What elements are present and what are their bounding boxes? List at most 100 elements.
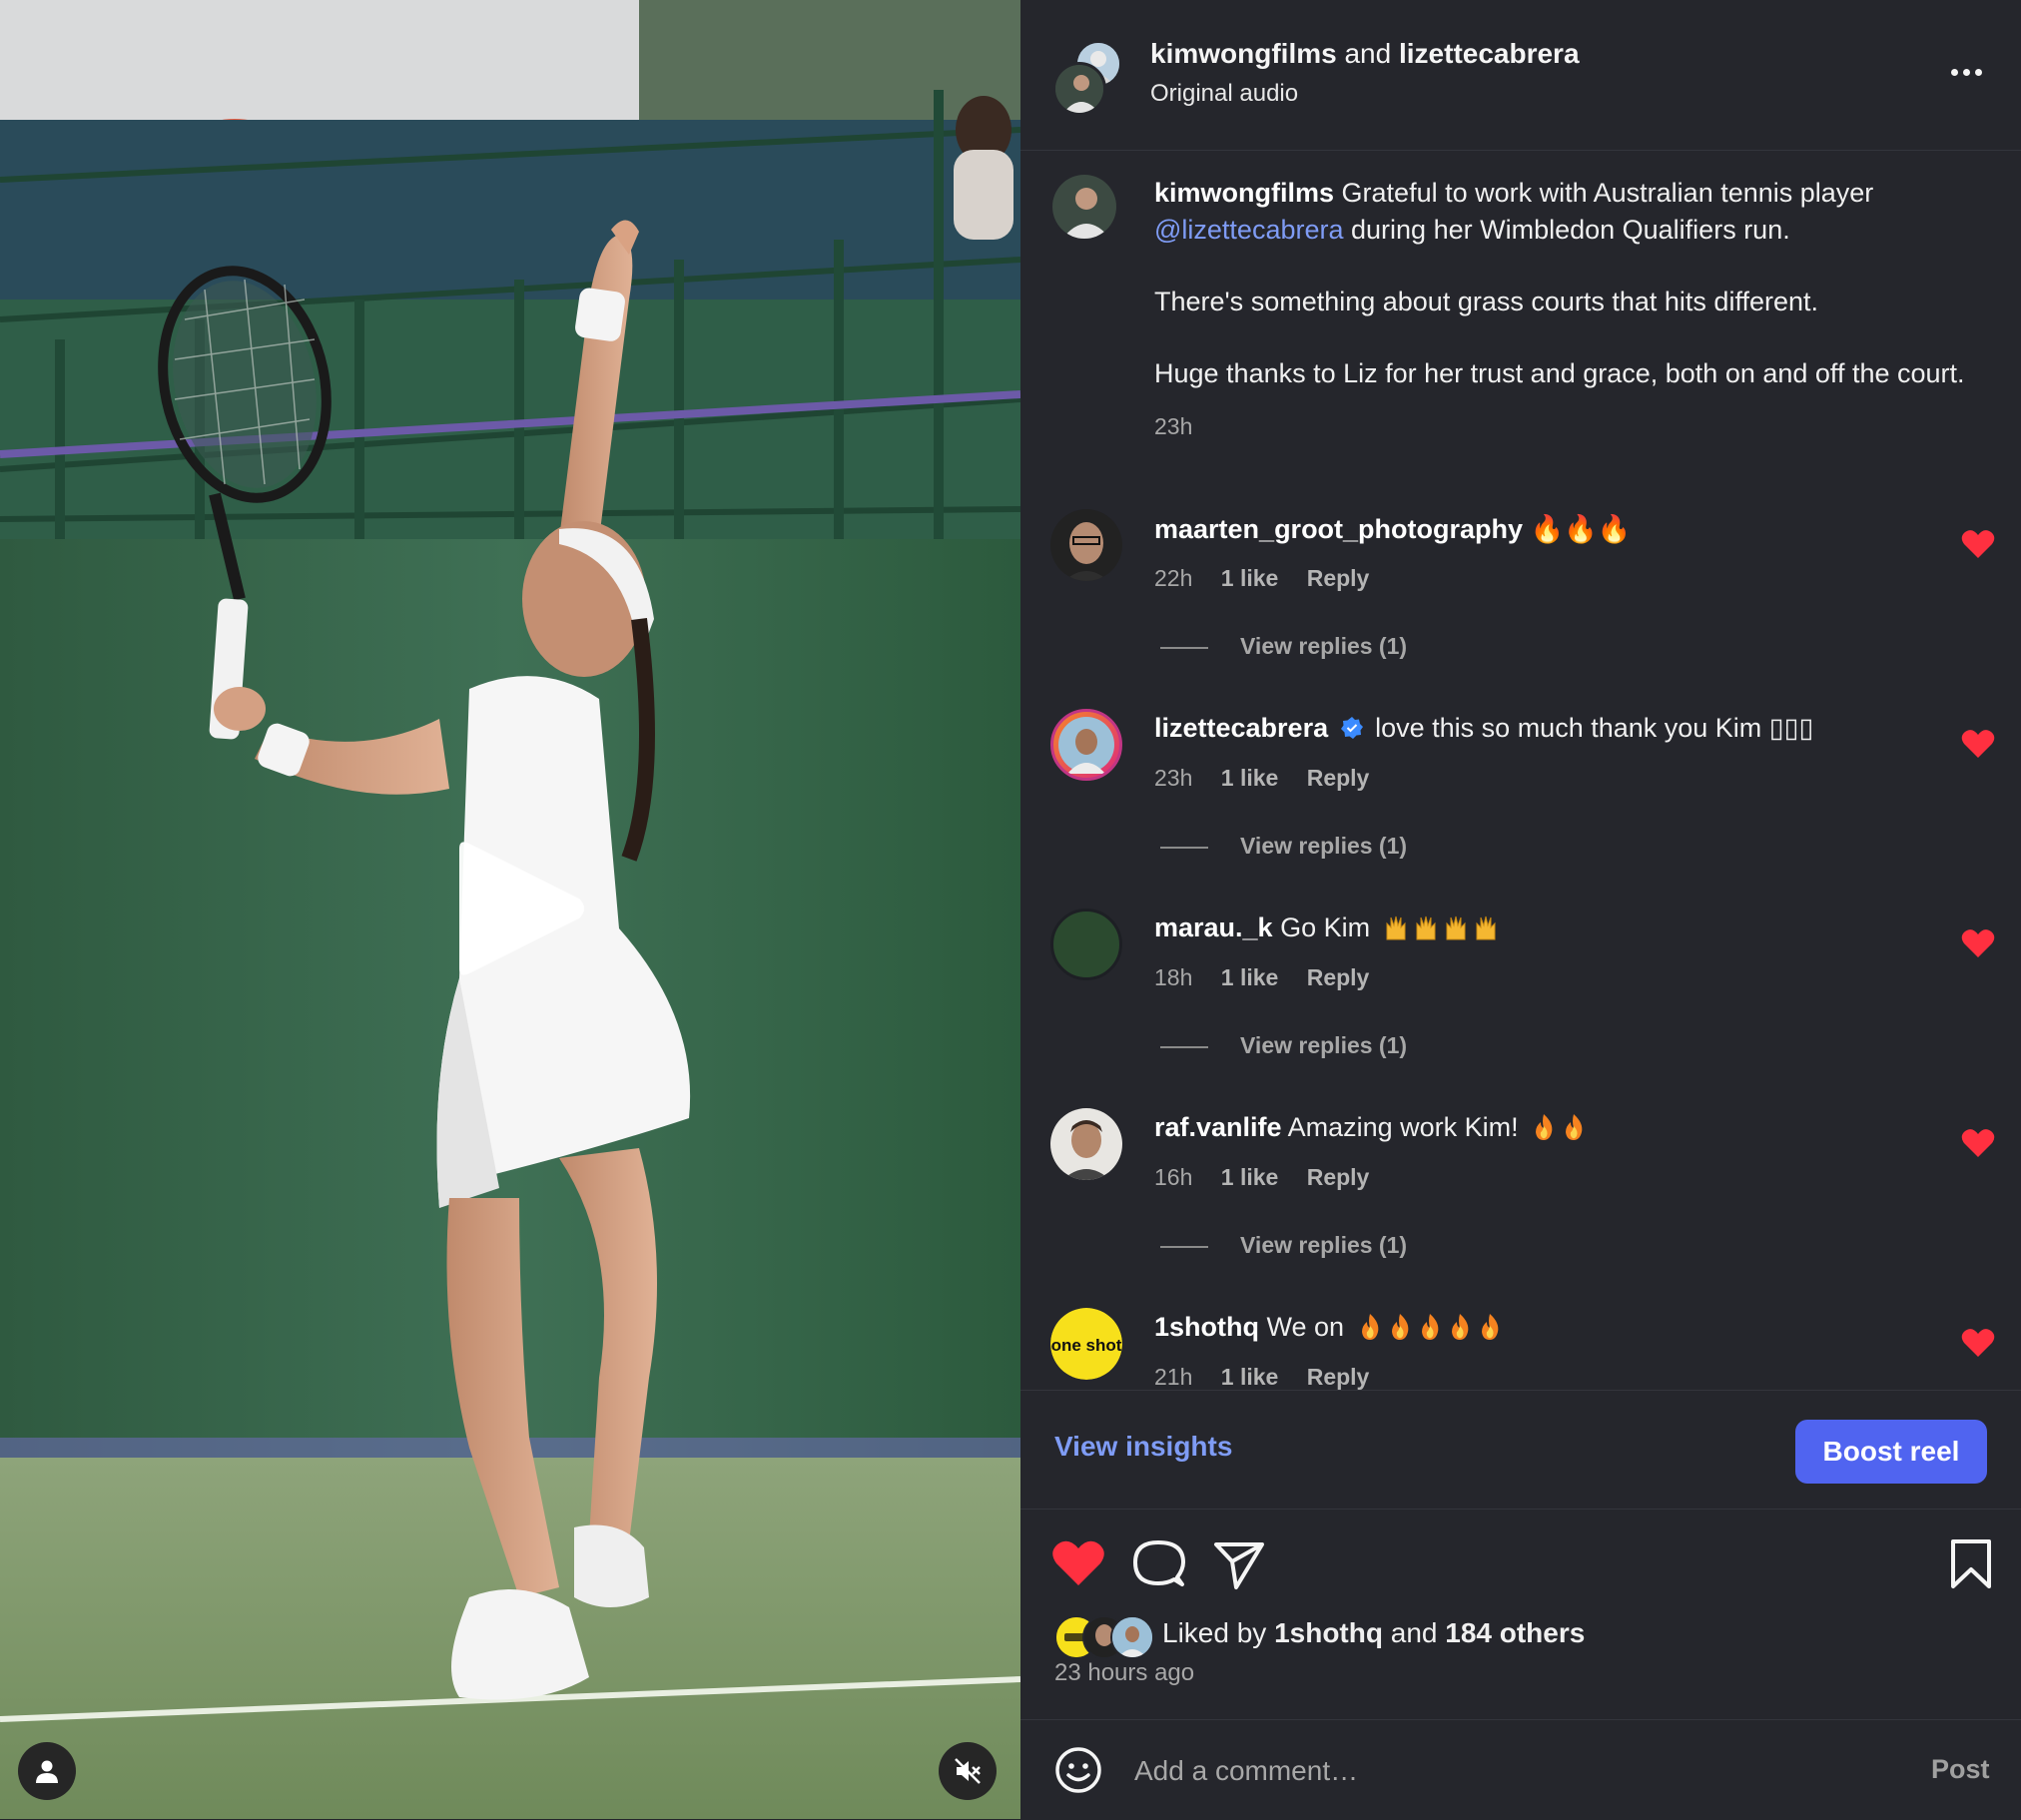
play-icon[interactable] xyxy=(449,839,589,978)
comment-username[interactable]: raf.vanlife xyxy=(1154,1112,1282,1142)
raised-hands-emoji xyxy=(1378,912,1498,942)
avatar xyxy=(1110,1615,1154,1659)
view-replies-button[interactable]: View replies (1) xyxy=(1160,633,1407,660)
view-replies-label: View replies (1) xyxy=(1240,1232,1408,1258)
collaborator-username[interactable]: lizettecabrera xyxy=(1399,38,1580,69)
comment-username[interactable]: maarten_groot_photography xyxy=(1154,514,1523,544)
comment-item: marau._k Go Kim 18h 1 like Reply View re… xyxy=(1020,909,2021,1108)
view-replies-button[interactable]: View replies (1) xyxy=(1160,1232,1407,1259)
comment-meta: 22h 1 like Reply xyxy=(1154,565,1391,592)
view-replies-label: View replies (1) xyxy=(1240,1032,1408,1058)
view-replies-button[interactable]: View replies (1) xyxy=(1160,1032,1407,1059)
reply-button[interactable]: Reply xyxy=(1307,964,1370,990)
bookmark-icon[interactable] xyxy=(1943,1535,1999,1591)
caption-text: kimwongfilms Grateful to work with Austr… xyxy=(1154,175,1973,445)
comment-input[interactable] xyxy=(1132,1746,1875,1796)
comment-username[interactable]: marau._k xyxy=(1154,912,1273,942)
comment-time: 22h xyxy=(1154,565,1193,591)
audio-link[interactable]: Original audio xyxy=(1150,80,1298,108)
comment-time: 18h xyxy=(1154,964,1193,990)
fire-emoji xyxy=(1526,1112,1586,1142)
comment-meta: 16h 1 like Reply xyxy=(1154,1164,1391,1191)
avatar[interactable]: one shot xyxy=(1050,1308,1122,1380)
post-details-panel: kimwongfilms and lizettecabrera Original… xyxy=(1020,0,2021,1819)
liked-by-prefix: Liked by xyxy=(1162,1617,1267,1648)
comment-text: 1shothq We on xyxy=(1154,1312,1502,1343)
comment-text: maarten_groot_photography 🔥🔥🔥 xyxy=(1154,513,1631,545)
heart-icon[interactable] xyxy=(1961,529,1995,559)
avatar[interactable] xyxy=(1050,1108,1122,1180)
more-options-button[interactable] xyxy=(1941,52,1991,92)
reply-button[interactable]: Reply xyxy=(1307,1164,1370,1190)
caption-username[interactable]: kimwongfilms xyxy=(1154,178,1334,208)
heart-icon[interactable] xyxy=(1961,1328,1995,1358)
reel-viewer: kimwongfilms and lizettecabrera Original… xyxy=(0,0,2021,1819)
view-insights-link[interactable]: View insights xyxy=(1054,1431,1232,1463)
heart-icon[interactable] xyxy=(1961,1128,1995,1158)
comment-meta: 23h 1 like Reply xyxy=(1154,765,1391,792)
comment-text: raf.vanlife Amazing work Kim! xyxy=(1154,1112,1586,1143)
caption-line1: Grateful to work with Australian tennis … xyxy=(1341,178,1874,208)
reply-button[interactable]: Reply xyxy=(1307,765,1370,791)
comments-scroll-area[interactable]: kimwongfilms Grateful to work with Austr… xyxy=(1020,150,2021,1390)
comment-composer: Post xyxy=(1020,1719,2021,1820)
reply-button[interactable]: Reply xyxy=(1307,565,1370,591)
more-horizontal-icon xyxy=(1950,68,1958,76)
liked-by-summary[interactable]: Liked by 1shothq and 184 others xyxy=(1054,1613,1953,1659)
boost-reel-button[interactable]: Boost reel xyxy=(1795,1420,1987,1484)
post-header: kimwongfilms and lizettecabrera Original… xyxy=(1020,0,2021,151)
verified-badge-icon xyxy=(1340,717,1363,739)
send-icon[interactable] xyxy=(1210,1535,1266,1591)
comment-likes[interactable]: 1 like xyxy=(1221,964,1279,990)
mute-toggle-button[interactable] xyxy=(939,1742,997,1800)
avatar[interactable] xyxy=(1050,709,1122,781)
heart-icon[interactable] xyxy=(1961,729,1995,759)
replies-line xyxy=(1160,1045,1208,1048)
insights-bar: View insights Boost reel xyxy=(1020,1390,2021,1510)
comment-time: 16h xyxy=(1154,1164,1193,1190)
heart-icon[interactable] xyxy=(1961,928,1995,958)
collab-avatars[interactable] xyxy=(1052,40,1122,116)
reply-button[interactable]: Reply xyxy=(1307,1364,1370,1390)
comment-body: Go Kim xyxy=(1280,912,1371,942)
view-replies-label: View replies (1) xyxy=(1240,833,1408,859)
comment-likes[interactable]: 1 like xyxy=(1221,765,1279,791)
liked-by-others[interactable]: 184 others xyxy=(1445,1617,1585,1648)
comment-item: raf.vanlife Amazing work Kim! 16h 1 like… xyxy=(1020,1108,2021,1308)
fire-emoji xyxy=(1352,1312,1502,1342)
comment-text: lizettecabrera love this so much thank y… xyxy=(1154,713,1813,744)
heart-filled-icon[interactable] xyxy=(1050,1535,1106,1591)
comment-icon[interactable] xyxy=(1130,1535,1186,1591)
comment-username[interactable]: 1shothq xyxy=(1154,1312,1259,1342)
avatar[interactable] xyxy=(1050,909,1122,980)
view-replies-button[interactable]: View replies (1) xyxy=(1160,833,1407,860)
action-bar xyxy=(1020,1508,2021,1607)
user-tag-icon xyxy=(36,1760,58,1783)
caption-mention-link[interactable]: @lizettecabrera xyxy=(1154,215,1344,245)
comment-likes[interactable]: 1 like xyxy=(1221,565,1279,591)
view-replies-label: View replies (1) xyxy=(1240,633,1408,659)
avatar xyxy=(1052,62,1106,116)
caption-line2: during her Wimbledon Qualifiers run. xyxy=(1351,215,1790,245)
comment-likes[interactable]: 1 like xyxy=(1221,1364,1279,1390)
liked-by-text: Liked by 1shothq and 184 others xyxy=(1162,1617,1585,1649)
author-username[interactable]: kimwongfilms xyxy=(1150,38,1337,69)
comment-username[interactable]: lizettecabrera xyxy=(1154,713,1328,743)
user-tag-button[interactable] xyxy=(18,1742,76,1800)
caption-timestamp: 23h xyxy=(1154,413,1193,439)
reel-video[interactable] xyxy=(0,0,1020,1819)
smiley-icon[interactable] xyxy=(1054,1746,1102,1794)
post-comment-button[interactable]: Post xyxy=(1931,1754,1990,1785)
liker-avatars xyxy=(1054,1615,1154,1659)
replies-line xyxy=(1160,646,1208,649)
comment-text: marau._k Go Kim xyxy=(1154,912,1498,943)
avatar[interactable] xyxy=(1052,175,1116,239)
post-author-line: kimwongfilms and lizettecabrera xyxy=(1150,38,1580,70)
avatar[interactable] xyxy=(1050,509,1122,581)
liked-by-user[interactable]: 1shothq xyxy=(1274,1617,1383,1648)
comment-meta: 18h 1 like Reply xyxy=(1154,964,1391,991)
comment-time: 21h xyxy=(1154,1364,1193,1390)
comment-body: We on xyxy=(1266,1312,1345,1342)
comment-item: lizettecabrera love this so much thank y… xyxy=(1020,709,2021,909)
comment-likes[interactable]: 1 like xyxy=(1221,1164,1279,1190)
